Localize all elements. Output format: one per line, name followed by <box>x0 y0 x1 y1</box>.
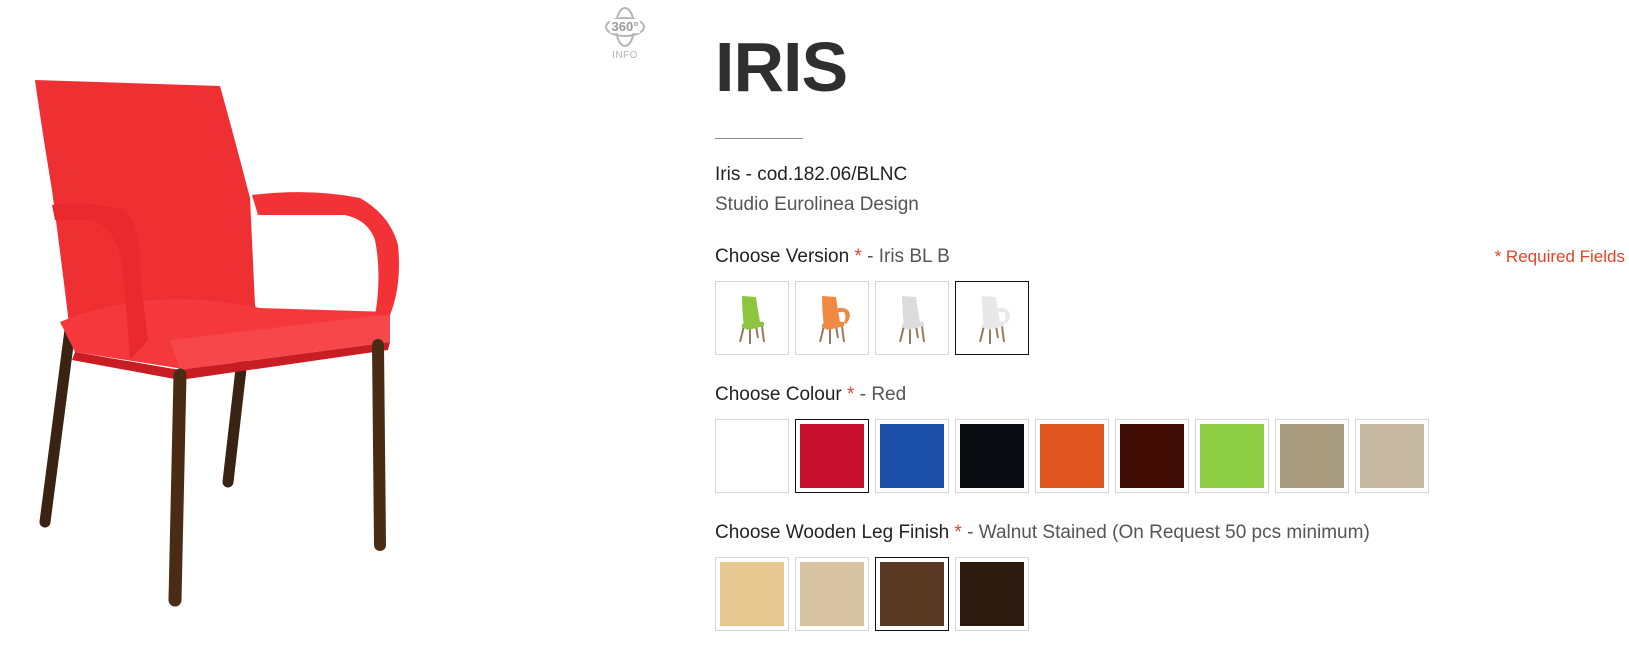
colour-swatch-orange[interactable] <box>1035 419 1109 493</box>
version-label: Choose Version <box>715 246 850 267</box>
leg-color-fill <box>880 562 944 626</box>
product-title: IRIS <box>715 28 848 106</box>
colour-swatch-taupe[interactable] <box>1275 419 1349 493</box>
colour-swatch-black[interactable] <box>955 419 1029 493</box>
colour-selected-value: - Red <box>854 384 907 405</box>
leg-color-fill <box>800 562 864 626</box>
leg-finish-label: Choose Wooden Leg Finish <box>715 522 950 543</box>
colour-color-fill <box>960 424 1024 488</box>
chair-icon <box>899 296 925 344</box>
product-designer: Studio Eurolinea Design <box>715 194 919 215</box>
product-code: Iris - cod.182.06/BLNC <box>715 164 908 185</box>
armchair-icon <box>819 296 850 344</box>
colour-option-header: Choose Colour * - Red <box>715 383 1625 407</box>
colour-swatches <box>715 419 1625 493</box>
version-swatch-white-chair[interactable] <box>875 281 949 355</box>
armchair-icon <box>979 296 1010 344</box>
leg-finish-selected-value: - Walnut Stained (On Request 50 pcs mini… <box>961 522 1370 543</box>
required-fields-note: * Required Fields <box>1494 247 1625 266</box>
colour-color-fill <box>1120 424 1184 488</box>
colour-color-fill <box>720 424 784 488</box>
colour-color-fill <box>1040 424 1104 488</box>
colour-swatch-white[interactable] <box>715 419 789 493</box>
leg-swatch-walnut-stained[interactable] <box>875 557 949 631</box>
leg-finish-swatches <box>715 557 1625 631</box>
360-rotate-icon: 360° <box>605 7 645 47</box>
version-option-header: Choose Version * - Iris BL B * Required … <box>715 245 1625 269</box>
title-divider <box>715 138 803 139</box>
colour-swatch-lime[interactable] <box>1195 419 1269 493</box>
leg-option-header: Choose Wooden Leg Finish * - Walnut Stai… <box>715 521 1625 545</box>
leg-swatch-natural-beech[interactable] <box>715 557 789 631</box>
360-info-label: INFO <box>612 50 638 61</box>
version-swatches <box>715 281 1625 355</box>
leg-color-fill <box>720 562 784 626</box>
svg-text:360°: 360° <box>612 19 639 34</box>
view-360-button[interactable]: 360° INFO <box>603 5 647 61</box>
red-armchair-image <box>35 80 399 607</box>
colour-color-fill <box>1360 424 1424 488</box>
leg-swatch-wenge[interactable] <box>955 557 1029 631</box>
required-star: * <box>854 246 862 267</box>
colour-label: Choose Colour <box>715 384 842 405</box>
chair-icon <box>739 296 765 344</box>
colour-swatch-sand[interactable] <box>1355 419 1429 493</box>
version-swatch-white-chair-arms[interactable] <box>955 281 1029 355</box>
product-image <box>30 70 420 620</box>
version-swatch-green-chair[interactable] <box>715 281 789 355</box>
colour-swatch-bordeaux[interactable] <box>1115 419 1189 493</box>
colour-swatch-blue[interactable] <box>875 419 949 493</box>
leg-swatch-bleached-oak[interactable] <box>795 557 869 631</box>
colour-color-fill <box>800 424 864 488</box>
product-info: IRIS Iris - cod.182.06/BLNC Studio Eurol… <box>715 20 1625 631</box>
colour-color-fill <box>1280 424 1344 488</box>
colour-swatch-red[interactable] <box>795 419 869 493</box>
leg-color-fill <box>960 562 1024 626</box>
colour-color-fill <box>880 424 944 488</box>
version-selected-value: - Iris BL B <box>861 246 950 267</box>
version-swatch-orange-chair-arms[interactable] <box>795 281 869 355</box>
colour-color-fill <box>1200 424 1264 488</box>
required-star: * <box>954 522 962 543</box>
